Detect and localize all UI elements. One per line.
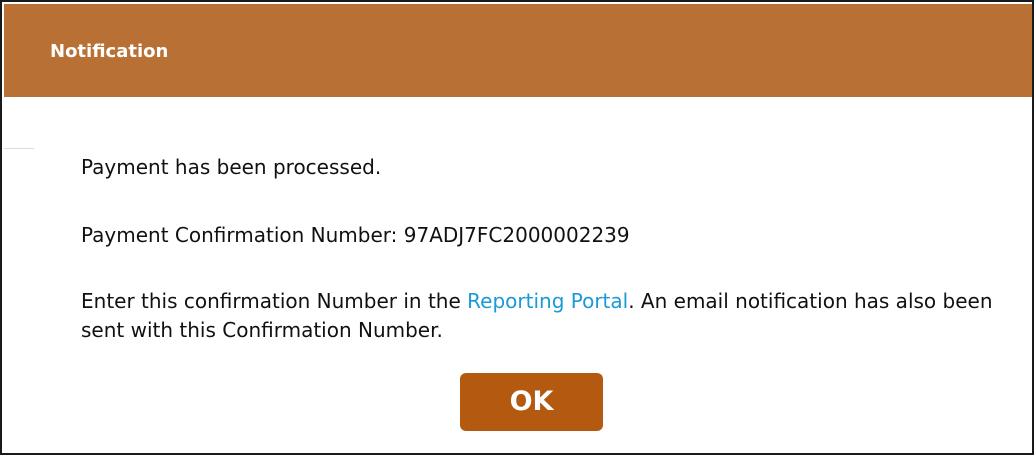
processed-message: Payment has been processed. xyxy=(81,155,382,179)
confirmation-number-text: Payment Confirmation Number: 97ADJ7FC200… xyxy=(81,223,630,247)
instructions-before-link: Enter this confirmation Number in the xyxy=(81,289,468,313)
notification-dialog: Notification Payment has been processed.… xyxy=(0,0,1034,455)
ok-button[interactable]: OK xyxy=(460,373,603,431)
instructions-text: Enter this confirmation Number in the Re… xyxy=(81,287,1011,345)
divider xyxy=(4,148,34,149)
reporting-portal-link[interactable]: Reporting Portal xyxy=(467,289,628,313)
dialog-title: Notification xyxy=(50,41,169,62)
dialog-header: Notification xyxy=(4,4,1032,97)
